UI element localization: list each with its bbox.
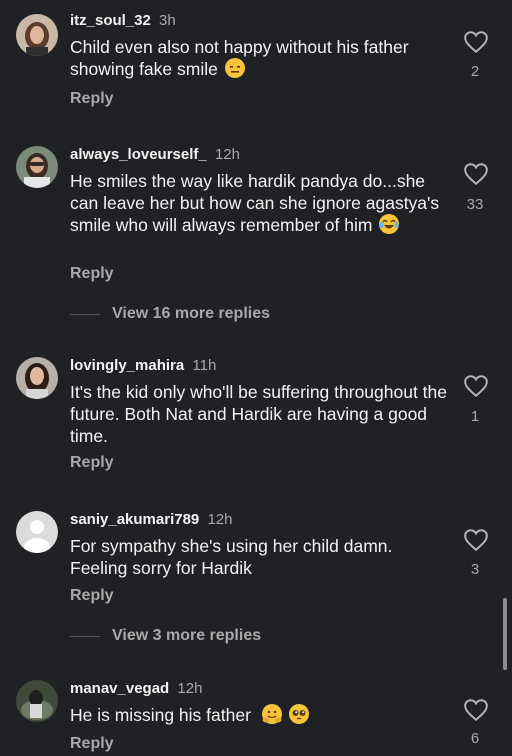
comment-text: He smiles the way like hardik pandya do.… (70, 171, 440, 235)
like-count: 33 (466, 196, 484, 213)
comment-text: He is missing his father (70, 704, 450, 726)
like-count: 2 (470, 63, 480, 80)
hugging-emoji-icon (261, 704, 282, 724)
view-more-replies-button[interactable]: View 3 more replies (70, 627, 261, 645)
username[interactable]: itz_soul_32 (70, 12, 151, 29)
comment-text: For sympathy she's using her child damn.… (70, 536, 393, 578)
scrollbar[interactable] (503, 598, 507, 670)
laughing-tears-emoji-icon (379, 214, 400, 234)
avatar[interactable] (16, 680, 58, 722)
comment-meta: manav_vegad 12h (70, 680, 202, 697)
reply-button[interactable]: Reply (70, 454, 114, 472)
divider (70, 635, 100, 637)
avatar[interactable] (16, 511, 58, 553)
timestamp: 12h (207, 511, 233, 528)
avatar[interactable] (16, 146, 58, 188)
username[interactable]: always_loveurself_ (70, 146, 207, 163)
avatar[interactable] (16, 357, 58, 399)
heart-icon[interactable] (463, 162, 489, 186)
like-count: 6 (470, 730, 480, 747)
like-count: 3 (470, 561, 480, 578)
username[interactable]: manav_vegad (70, 680, 169, 697)
divider (70, 313, 100, 315)
timestamp: 12h (214, 146, 240, 163)
expressionless-emoji-icon (224, 58, 245, 78)
comment-text: It's the kid only who'll be suffering th… (70, 382, 448, 446)
pleading-face-emoji-icon (288, 704, 309, 724)
reply-button[interactable]: Reply (70, 90, 114, 108)
reply-button[interactable]: Reply (70, 265, 114, 283)
comment-text: Child even also not happy without his fa… (70, 37, 409, 79)
comment-meta: saniy_akumari789 12h (70, 511, 232, 528)
reply-button[interactable]: Reply (70, 735, 114, 753)
heart-icon[interactable] (463, 698, 489, 722)
username[interactable]: saniy_akumari789 (70, 511, 199, 528)
heart-icon[interactable] (463, 528, 489, 552)
view-more-replies-button[interactable]: View 16 more replies (70, 305, 270, 323)
reply-button[interactable]: Reply (70, 587, 114, 605)
username[interactable]: lovingly_mahira (70, 357, 184, 374)
heart-icon[interactable] (463, 374, 489, 398)
timestamp: 3h (159, 12, 176, 29)
timestamp: 11h (192, 357, 217, 374)
comment-meta: lovingly_mahira 11h (70, 357, 216, 374)
avatar[interactable] (16, 14, 58, 56)
comment-meta: itz_soul_32 3h (70, 12, 176, 29)
heart-icon[interactable] (463, 30, 489, 54)
timestamp: 12h (177, 680, 203, 697)
comment-meta: always_loveurself_ 12h (70, 146, 240, 163)
like-count: 1 (470, 408, 480, 425)
